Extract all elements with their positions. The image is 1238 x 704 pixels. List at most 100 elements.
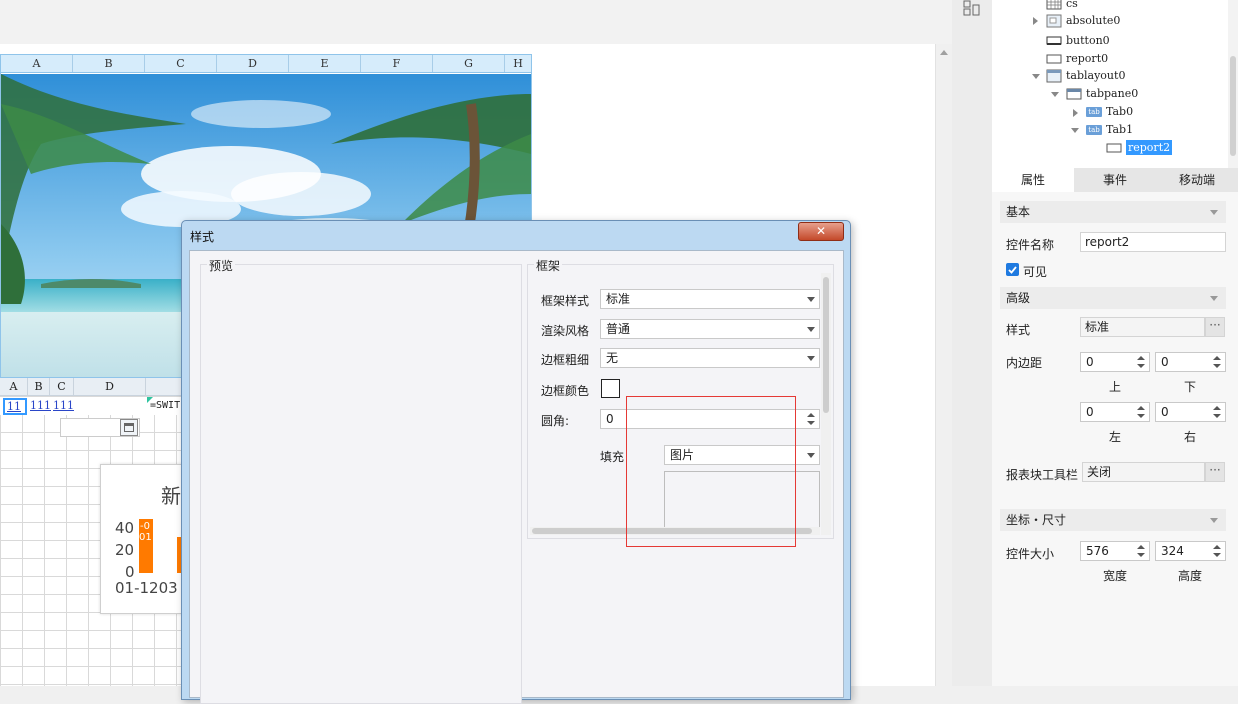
- column-header-d[interactable]: D: [217, 55, 289, 72]
- widget-tree-icon[interactable]: [963, 0, 981, 16]
- panel-tabs: 属性 事件 移动端: [992, 168, 1238, 192]
- cell-a1[interactable]: 11: [3, 398, 27, 415]
- height-caption: 高度: [1177, 569, 1202, 583]
- style-input[interactable]: 标准: [1080, 317, 1205, 337]
- padding-left-caption: 左: [1108, 430, 1121, 444]
- tree-node-label: Tab0: [1106, 105, 1134, 118]
- tree-node-report2[interactable]: report2: [1106, 140, 1173, 155]
- spinner-down-icon[interactable]: [1210, 551, 1224, 560]
- tab-events[interactable]: 事件: [1074, 168, 1156, 192]
- spinner-down-icon[interactable]: [1134, 412, 1148, 421]
- dialog-close-button[interactable]: ✕: [798, 222, 844, 241]
- padding-bottom-spinner[interactable]: 0: [1155, 352, 1226, 372]
- spinner-down-icon[interactable]: [1210, 412, 1224, 421]
- border-color-swatch[interactable]: [601, 379, 620, 398]
- spinner-up-icon[interactable]: [1210, 542, 1224, 551]
- padding-label: 内边距: [1006, 356, 1043, 370]
- frame-style-value: 标准: [606, 292, 631, 306]
- lower-column-d[interactable]: D: [74, 378, 146, 395]
- column-header-h[interactable]: H: [505, 55, 531, 72]
- spinner-up-icon[interactable]: [1210, 403, 1224, 412]
- expand-icon[interactable]: [1073, 109, 1078, 117]
- frame-style-select[interactable]: 标准: [600, 289, 820, 309]
- cell-b1[interactable]: 111: [30, 398, 51, 414]
- visible-checkbox[interactable]: [1006, 263, 1019, 276]
- chevron-down-icon[interactable]: [1210, 518, 1218, 523]
- width-spinner[interactable]: 576: [1080, 541, 1150, 561]
- preview-label: 预览: [207, 257, 236, 274]
- tab-properties[interactable]: 属性: [992, 168, 1074, 192]
- toolbar-input[interactable]: 关闭: [1082, 462, 1205, 482]
- style-dialog[interactable]: 样式 ✕ 预览 框架 框架样式 标准 渲染风格 普通 边框粗细 无 边框颜色 圆…: [181, 220, 851, 704]
- chevron-down-icon[interactable]: [1210, 296, 1218, 301]
- tree-node-report0[interactable]: report0: [1046, 52, 1108, 65]
- render-style-select[interactable]: 普通: [600, 319, 820, 339]
- lower-column-header: A B C D: [0, 378, 182, 396]
- tree-node-cs[interactable]: cs: [1046, 0, 1078, 10]
- button-icon: [1046, 36, 1062, 45]
- style-more-button[interactable]: ···: [1205, 317, 1225, 337]
- lower-column-c[interactable]: C: [50, 378, 74, 395]
- report-block-lower[interactable]: A B C D 11 111 111 =SWIT 新 40 20 0 -0 01: [0, 378, 182, 686]
- chevron-down-icon[interactable]: [1210, 210, 1218, 215]
- lower-column-a[interactable]: A: [0, 378, 28, 395]
- tree-scrollbar[interactable]: [1228, 0, 1238, 168]
- column-header-e[interactable]: E: [289, 55, 361, 72]
- spinner-up-icon[interactable]: [1134, 353, 1148, 362]
- chevron-down-icon[interactable]: [801, 290, 819, 308]
- tree-node-button0[interactable]: button0: [1046, 34, 1110, 47]
- spinner-up-icon[interactable]: [1210, 353, 1224, 362]
- chart-widget[interactable]: 新 40 20 0 -0 01 01-1203: [100, 464, 182, 614]
- chevron-down-icon[interactable]: [801, 349, 819, 367]
- widget-tree[interactable]: cs absolute0 button0 report0 tablayout0 …: [992, 0, 1238, 168]
- tree-node-tablayout0[interactable]: tablayout0: [1046, 69, 1125, 83]
- tab-mobile[interactable]: 移动端: [1156, 168, 1238, 192]
- border-width-select[interactable]: 无: [600, 348, 820, 368]
- spinner-down-icon[interactable]: [1210, 362, 1224, 371]
- column-header-f[interactable]: F: [361, 55, 433, 72]
- lower-column-b[interactable]: B: [28, 378, 50, 395]
- collapse-icon[interactable]: [1032, 74, 1040, 79]
- calendar-icon[interactable]: [120, 419, 138, 436]
- widget-size-label: 控件大小: [1006, 547, 1055, 561]
- collapse-icon[interactable]: [1051, 92, 1059, 97]
- spinner-down-icon[interactable]: [1134, 551, 1148, 560]
- column-header-b[interactable]: B: [73, 55, 145, 72]
- tab-layout-icon: [1046, 69, 1062, 83]
- padding-top-spinner[interactable]: 0: [1080, 352, 1150, 372]
- padding-top-value: 0: [1086, 355, 1094, 369]
- padding-right-spinner[interactable]: 0: [1155, 402, 1226, 422]
- widget-name-input[interactable]: report2: [1080, 232, 1226, 252]
- lower-column-e[interactable]: [146, 378, 182, 395]
- spinner-down-icon[interactable]: [1134, 362, 1148, 371]
- padding-right-caption: 右: [1183, 430, 1196, 444]
- collapse-icon[interactable]: [1071, 128, 1079, 133]
- column-header-a[interactable]: A: [1, 55, 73, 72]
- column-header-c[interactable]: C: [145, 55, 217, 72]
- spinner-up-icon[interactable]: [804, 410, 818, 419]
- cell-c1[interactable]: 111: [53, 398, 74, 414]
- section-basic[interactable]: 基本: [1000, 201, 1226, 223]
- height-spinner[interactable]: 324: [1155, 541, 1226, 561]
- spinner-up-icon[interactable]: [1134, 542, 1148, 551]
- chevron-down-icon[interactable]: [801, 320, 819, 338]
- tree-node-absolute0[interactable]: absolute0: [1046, 14, 1120, 28]
- toolbar-more-button[interactable]: ···: [1205, 462, 1225, 482]
- chevron-down-icon[interactable]: [801, 446, 819, 464]
- spinner-up-icon[interactable]: [1134, 403, 1148, 412]
- column-header-g[interactable]: G: [433, 55, 505, 72]
- tree-node-tab1[interactable]: tab Tab1: [1086, 123, 1133, 136]
- frame-vertical-scrollbar[interactable]: [821, 273, 831, 535]
- spinner-down-icon[interactable]: [804, 419, 818, 428]
- expand-icon[interactable]: [1033, 17, 1038, 25]
- cell-formula[interactable]: =SWIT: [150, 398, 180, 414]
- padding-bottom-value: 0: [1161, 355, 1169, 369]
- section-coords-size[interactable]: 坐标・尺寸: [1000, 509, 1226, 531]
- width-caption: 宽度: [1102, 569, 1127, 583]
- padding-left-spinner[interactable]: 0: [1080, 402, 1150, 422]
- tree-node-tabpane0[interactable]: tabpane0: [1066, 87, 1138, 100]
- scroll-thumb[interactable]: [823, 277, 829, 413]
- tree-node-tab0[interactable]: tab Tab0: [1086, 105, 1133, 118]
- canvas-vertical-scrollbar[interactable]: [935, 44, 952, 686]
- section-advanced[interactable]: 高级: [1000, 287, 1226, 309]
